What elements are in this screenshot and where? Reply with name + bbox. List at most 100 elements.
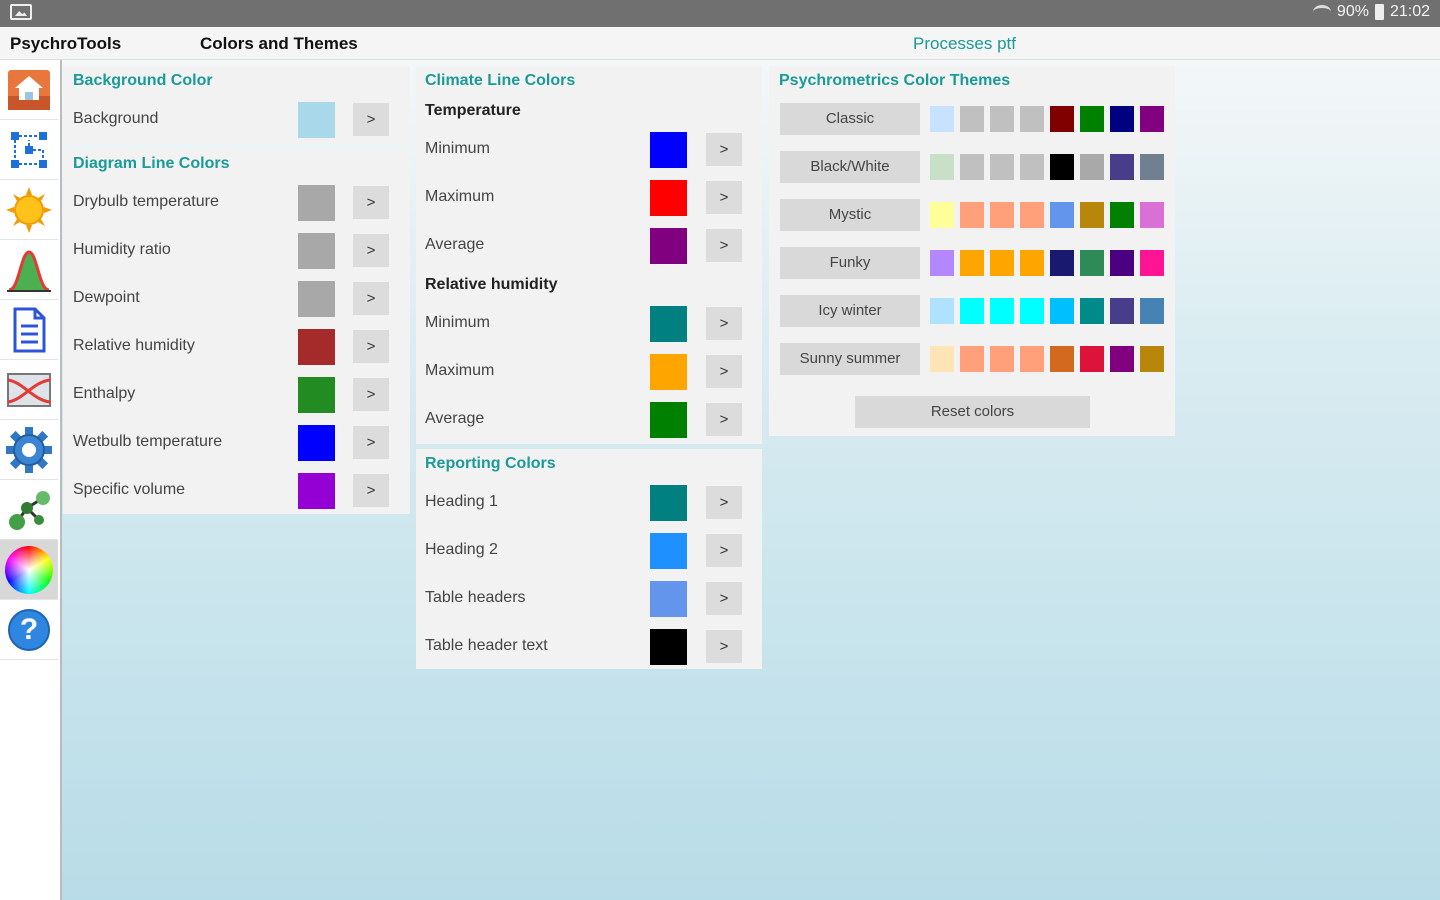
theme-button[interactable]: Funky xyxy=(780,247,920,279)
temp-min-edit-button[interactable]: > xyxy=(706,133,742,166)
heading1-label: Heading 1 xyxy=(425,493,498,510)
reset-colors-button[interactable]: Reset colors xyxy=(855,396,1090,428)
battery-icon xyxy=(1374,4,1384,20)
theme-color-swatch xyxy=(1050,298,1074,324)
theme-color-swatch xyxy=(960,250,984,276)
theme-button[interactable]: Sunny summer xyxy=(780,343,920,375)
heading1-edit-button[interactable]: > xyxy=(706,486,742,519)
theme-color-swatch xyxy=(1020,250,1044,276)
theme-color-swatch xyxy=(1050,346,1074,372)
relative-humidity-edit-button[interactable]: > xyxy=(353,330,389,363)
temp-max-label: Maximum xyxy=(425,188,495,205)
drybulb-edit-button[interactable]: > xyxy=(353,186,389,219)
specific-volume-swatch[interactable] xyxy=(298,473,335,509)
table-headers-swatch[interactable] xyxy=(650,581,687,617)
sidebar-item-processes[interactable] xyxy=(0,120,58,180)
temp-max-swatch[interactable] xyxy=(650,180,687,216)
theme-color-swatch xyxy=(1020,154,1044,180)
sidebar-item-home[interactable] xyxy=(0,60,58,120)
rh-max-edit-button[interactable]: > xyxy=(706,355,742,388)
theme-color-swatch xyxy=(990,202,1014,228)
temperature-subheading: Temperature xyxy=(425,102,521,119)
temp-min-swatch[interactable] xyxy=(650,132,687,168)
theme-button[interactable]: Classic xyxy=(780,103,920,135)
table-headers-edit-button[interactable]: > xyxy=(706,582,742,615)
table-header-text-edit-button[interactable]: > xyxy=(706,630,742,663)
enthalpy-edit-button[interactable]: > xyxy=(353,378,389,411)
temp-avg-edit-button[interactable]: > xyxy=(706,229,742,262)
theme-color-swatch xyxy=(990,346,1014,372)
sidebar-item-statistics[interactable] xyxy=(0,240,58,300)
status-bar: 90% 21:02 xyxy=(0,0,1440,27)
theme-color-swatch xyxy=(990,250,1014,276)
theme-color-swatch xyxy=(1080,106,1104,132)
theme-color-swatch xyxy=(1140,346,1164,372)
heading2-row: Heading 2 > xyxy=(425,527,745,575)
sidebar-item-comparison[interactable] xyxy=(0,360,58,420)
enthalpy-swatch[interactable] xyxy=(298,377,335,413)
drybulb-swatch[interactable] xyxy=(298,185,335,221)
heading2-swatch[interactable] xyxy=(650,533,687,569)
app-bar: PsychroTools Colors and Themes Processes… xyxy=(0,27,1440,60)
document-icon xyxy=(13,307,46,352)
temp-avg-label: Average xyxy=(425,236,485,253)
heading1-swatch[interactable] xyxy=(650,485,687,521)
theme-color-swatch xyxy=(930,106,954,132)
sidebar: ? xyxy=(0,60,60,900)
enthalpy-label: Enthalpy xyxy=(73,385,136,402)
rh-max-label: Maximum xyxy=(425,362,495,379)
temp-avg-row: Average > xyxy=(425,222,745,270)
rh-avg-edit-button[interactable]: > xyxy=(706,403,742,436)
humidity-ratio-swatch[interactable] xyxy=(298,233,335,269)
processes-file-link[interactable]: Processes ptf xyxy=(913,34,1016,54)
theme-color-swatch xyxy=(1020,106,1044,132)
theme-color-swatch xyxy=(1140,250,1164,276)
background-edit-button[interactable]: > xyxy=(353,103,389,136)
table-header-text-swatch[interactable] xyxy=(650,629,687,665)
dewpoint-swatch[interactable] xyxy=(298,281,335,317)
dewpoint-edit-button[interactable]: > xyxy=(353,282,389,315)
sun-icon xyxy=(6,186,52,233)
wetbulb-swatch[interactable] xyxy=(298,425,335,461)
wetbulb-edit-button[interactable]: > xyxy=(353,426,389,459)
relative-humidity-swatch[interactable] xyxy=(298,329,335,365)
house-icon xyxy=(8,69,50,110)
theme-color-swatch xyxy=(1050,250,1074,276)
rh-max-swatch[interactable] xyxy=(650,354,687,390)
heading2-edit-button[interactable]: > xyxy=(706,534,742,567)
theme-button[interactable]: Mystic xyxy=(780,199,920,231)
theme-color-swatch xyxy=(1020,298,1044,324)
theme-row: Funky xyxy=(780,247,1170,283)
rh-min-swatch[interactable] xyxy=(650,306,687,342)
theme-color-swatch xyxy=(960,202,984,228)
themes-heading: Psychrometrics Color Themes xyxy=(779,72,1011,89)
sidebar-item-calculations[interactable] xyxy=(0,480,58,540)
specific-volume-edit-button[interactable]: > xyxy=(353,474,389,507)
theme-color-swatch xyxy=(1110,346,1134,372)
distribution-chart-icon xyxy=(7,249,51,292)
sidebar-item-settings[interactable] xyxy=(0,420,58,480)
temp-max-edit-button[interactable]: > xyxy=(706,181,742,214)
theme-row: Icy winter xyxy=(780,295,1170,331)
heading1-row: Heading 1 > xyxy=(425,479,745,527)
theme-button[interactable]: Icy winter xyxy=(780,295,920,327)
sidebar-item-report[interactable] xyxy=(0,300,58,360)
rh-min-edit-button[interactable]: > xyxy=(706,307,742,340)
app-name: PsychroTools xyxy=(10,34,122,53)
rh-avg-swatch[interactable] xyxy=(650,402,687,438)
theme-button[interactable]: Black/White xyxy=(780,151,920,183)
theme-color-swatch xyxy=(1020,202,1044,228)
theme-color-swatch xyxy=(1080,346,1104,372)
sidebar-item-colors[interactable] xyxy=(0,540,58,600)
table-headers-row: Table headers > xyxy=(425,575,745,623)
sidebar-item-help[interactable]: ? xyxy=(0,600,58,660)
theme-color-swatch xyxy=(960,154,984,180)
heading2-label: Heading 2 xyxy=(425,541,498,558)
wifi-icon xyxy=(1312,5,1331,19)
theme-color-swatch xyxy=(960,346,984,372)
temp-avg-swatch[interactable] xyxy=(650,228,687,264)
sidebar-item-climate[interactable] xyxy=(0,180,58,240)
humidity-ratio-edit-button[interactable]: > xyxy=(353,234,389,267)
background-swatch[interactable] xyxy=(298,102,335,138)
help-icon: ? xyxy=(8,608,50,651)
